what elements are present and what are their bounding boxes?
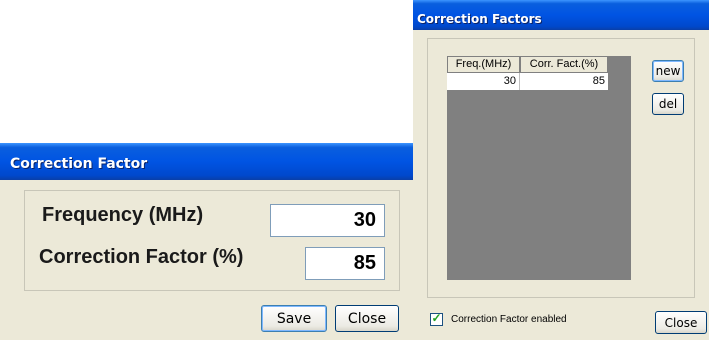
table-cell-corr: 85: [592, 75, 605, 87]
checkmark-icon: ✓: [431, 311, 442, 325]
new-button[interactable]: new: [652, 60, 684, 82]
factors-table: Freq.(MHz) Corr. Fact.(%) 30 85: [447, 56, 631, 280]
frequency-label: Frequency (MHz): [42, 204, 204, 226]
frequency-input[interactable]: 30: [270, 204, 385, 237]
correction-factors-window: Correction Factors Freq.(MHz) Corr. Fact…: [413, 0, 709, 340]
dialog-close-button[interactable]: Close: [335, 305, 399, 332]
dialog-title: Correction Factor: [10, 156, 148, 172]
factors-window-title: Correction Factors: [417, 12, 542, 26]
factors-close-label: Close: [664, 315, 698, 330]
table-header-row: Freq.(MHz) Corr. Fact.(%): [447, 56, 608, 73]
enabled-checkbox-label: Correction Factor enabled: [451, 314, 567, 325]
del-button[interactable]: del: [652, 93, 684, 115]
del-button-label: del: [658, 97, 678, 111]
new-button-label: new: [655, 64, 681, 78]
dialog-titlebar: Correction Factor: [0, 143, 413, 180]
enabled-checkbox[interactable]: ✓: [430, 311, 443, 326]
column-header-corr[interactable]: Corr. Fact.(%): [520, 56, 608, 73]
correction-factor-input[interactable]: 85: [305, 247, 385, 280]
correction-factor-label: Correction Factor (%): [39, 246, 244, 268]
correction-factor-dialog: Correction Factor Frequency (MHz) 30 Cor…: [0, 143, 413, 340]
factors-close-button[interactable]: Close: [655, 311, 707, 334]
dialog-close-label: Close: [347, 310, 387, 327]
table-row[interactable]: 30 85: [447, 73, 608, 90]
save-button[interactable]: Save: [261, 305, 327, 332]
save-button-label: Save: [276, 310, 312, 327]
table-cell-freq: 30: [447, 73, 520, 90]
factors-window-titlebar: Correction Factors: [413, 0, 709, 30]
column-header-freq[interactable]: Freq.(MHz): [447, 56, 520, 73]
